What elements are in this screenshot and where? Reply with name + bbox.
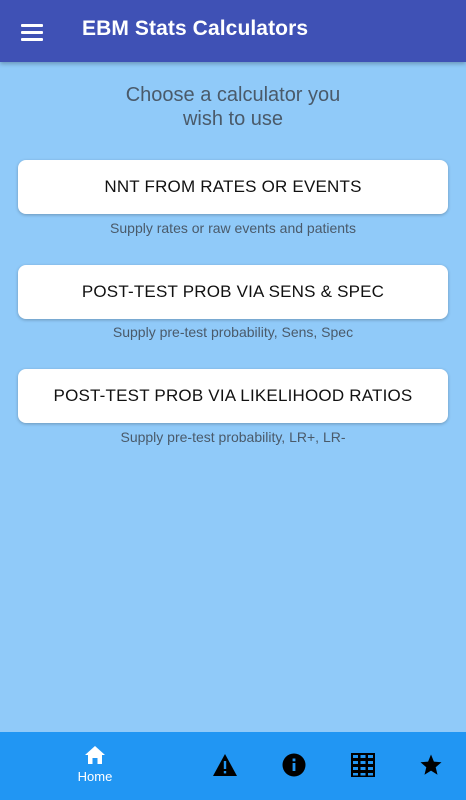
warning-icon[interactable] [212,753,238,777]
app-title: EBM Stats Calculators [82,17,309,40]
calculator-prompt: Choose a calculator you wish to use [0,83,466,131]
nav-home[interactable]: Home [60,744,130,794]
home-icon [60,744,130,766]
abacus-icon[interactable] [350,752,376,778]
likelihood-ratio-calculator-description: Supply pre-test probability, LR+, LR- [120,429,346,445]
nnt-calculator-button[interactable]: NNT FROM RATES OR EVENTS [18,160,448,214]
sens-spec-calculator-button[interactable]: POST-TEST PROB VIA SENS & SPEC [18,265,448,319]
app-bar: EBM Stats Calculators [0,0,466,62]
nnt-calculator-description: Supply rates or raw events and patients [110,220,356,236]
sens-spec-calculator-description: Supply pre-test probability, Sens, Spec [112,324,354,340]
hamburger-menu-icon[interactable] [12,12,52,50]
star-icon[interactable] [419,753,443,777]
likelihood-ratio-calculator-button[interactable]: POST-TEST PROB VIA LIKELIHOOD RATIOS [18,369,448,423]
nav-home-label: Home [77,769,113,784]
bottom-navigation: Home [0,732,466,800]
info-icon[interactable] [282,753,306,777]
prompt-line-1: Choose a calculator you [125,84,341,106]
prompt-line-2: wish to use [182,108,284,130]
